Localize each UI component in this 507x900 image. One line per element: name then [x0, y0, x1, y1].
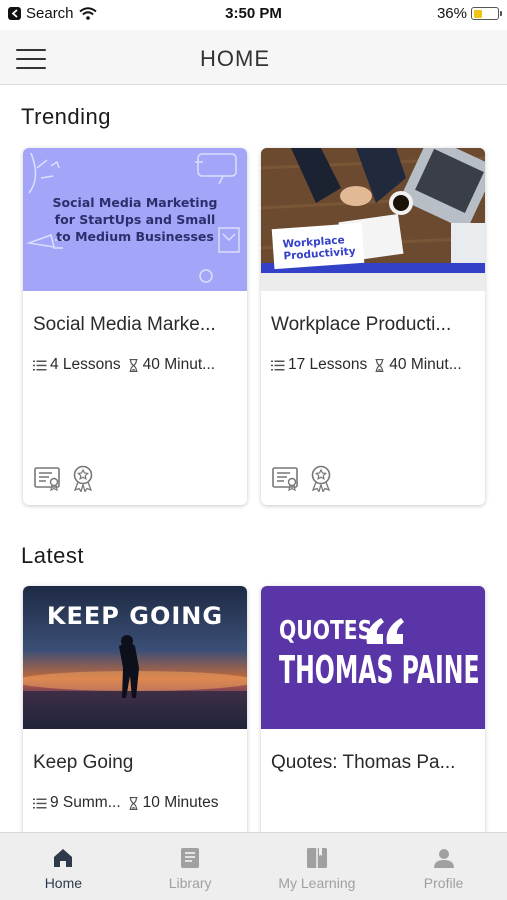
certificate-icon: [34, 467, 60, 492]
course-title: Social Media Marke...: [33, 314, 216, 335]
course-card-social-media[interactable]: Social Media Marketing for StartUps and …: [23, 148, 247, 505]
course-duration: 40 Minut...: [142, 356, 216, 373]
course-card-workplace-productivity[interactable]: Workplace Productivity Workplace Product…: [261, 148, 485, 505]
award-icon: [73, 465, 93, 492]
list-icon: [33, 798, 47, 808]
thumbnail-caption-top: QUOTES: [279, 616, 373, 646]
person-icon: [433, 849, 454, 868]
course-card-keep-going[interactable]: KEEP GOING Keep Going 9 Summ... 10 Minut…: [23, 586, 247, 846]
bottom-navigation: Home Library My Learning Profile: [0, 832, 507, 900]
status-time: 3:50 PM: [225, 5, 282, 22]
course-meta: 17 Lessons 40 Minut...: [271, 356, 479, 374]
lessons-count: 17 Lessons: [288, 356, 368, 373]
lessons-count: 9 Summ...: [50, 794, 121, 811]
nav-library[interactable]: Library: [127, 833, 254, 900]
section-title-trending: Trending: [21, 104, 112, 129]
lessons-count: 4 Lessons: [50, 356, 121, 373]
course-badges: [33, 464, 97, 492]
quote-mark-icon: [366, 618, 404, 644]
book-icon: [306, 848, 327, 868]
home-icon: [54, 849, 73, 867]
nav-my-learning[interactable]: My Learning: [254, 833, 381, 900]
course-meta: 9 Summ... 10 Minutes: [33, 794, 241, 812]
status-bar: Search 3:50 PM 36%: [0, 0, 507, 30]
nav-label: Home: [44, 875, 83, 891]
thumbnail-caption: Social Media Marketing for StartUps and …: [52, 195, 218, 244]
list-icon: [33, 360, 47, 370]
course-thumbnail: Social Media Marketing for StartUps and …: [23, 148, 247, 291]
library-icon: [181, 848, 200, 868]
thumbnail-caption-main: THOMAS PAINE: [279, 648, 480, 692]
thumbnail-caption: KEEP GOING: [46, 602, 224, 630]
battery-status: 36%: [436, 5, 502, 22]
course-duration: 10 Minutes: [142, 794, 219, 811]
hourglass-icon: [375, 358, 384, 372]
course-title: Quotes: Thomas Pa...: [271, 752, 456, 773]
nav-label: Profile: [423, 875, 464, 891]
battery-percent: 36%: [436, 5, 467, 22]
course-thumbnail: KEEP GOING: [23, 586, 247, 729]
award-icon: [311, 465, 331, 492]
nav-label: Library: [168, 875, 212, 891]
course-title: Workplace Producti...: [271, 314, 452, 335]
course-thumbnail: QUOTES THOMAS PAINE: [261, 586, 485, 729]
course-title: Keep Going: [33, 752, 134, 773]
page-title: HOME: [200, 46, 270, 71]
hourglass-icon: [129, 358, 138, 372]
course-card-quotes-thomas-paine[interactable]: QUOTES THOMAS PAINE Quotes: Thomas Pa...: [261, 586, 485, 846]
hourglass-icon: [129, 796, 138, 810]
battery-icon: [471, 7, 502, 20]
nav-profile[interactable]: Profile: [380, 833, 507, 900]
nav-label: My Learning: [278, 875, 356, 891]
app-bar: HOME: [0, 30, 507, 85]
course-thumbnail: Workplace Productivity: [261, 148, 485, 291]
course-duration: 40 Minut...: [389, 356, 462, 373]
section-title-latest: Latest: [21, 543, 84, 568]
certificate-icon: [272, 467, 298, 492]
nav-home[interactable]: Home: [0, 833, 127, 900]
list-icon: [271, 360, 285, 370]
thumbnail-caption: Workplace Productivity: [282, 234, 356, 263]
course-badges: [271, 464, 335, 492]
course-meta: 4 Lessons 40 Minut...: [33, 356, 241, 374]
